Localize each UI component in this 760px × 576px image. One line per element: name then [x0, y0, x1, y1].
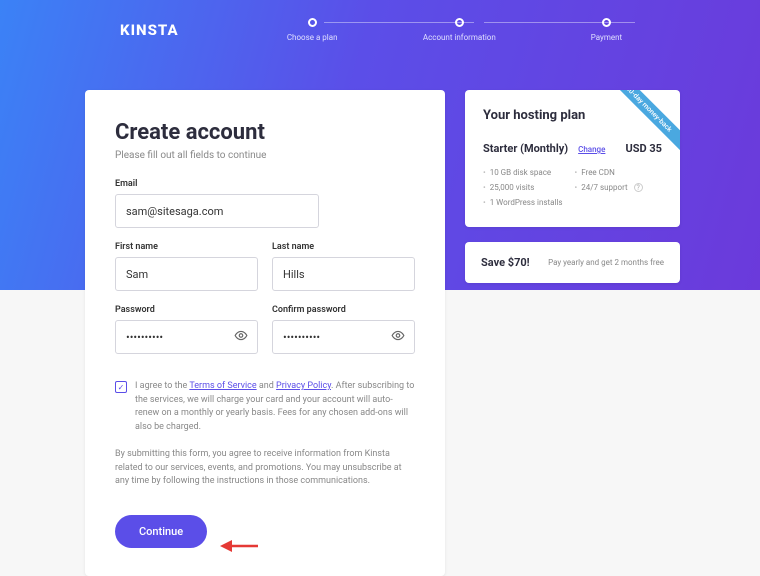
confirm-password-label: Confirm password	[272, 305, 415, 315]
lastname-field[interactable]	[272, 257, 415, 291]
email-label: Email	[115, 179, 319, 189]
save-title: Save $70!	[481, 256, 530, 269]
create-account-card: Create account Please fill out all field…	[85, 90, 445, 576]
disclaimer-text: By submitting this form, you agree to re…	[115, 448, 415, 489]
page-title: Create account	[115, 120, 415, 145]
privacy-link[interactable]: Privacy Policy	[276, 381, 331, 391]
terms-link[interactable]: Terms of Service	[189, 381, 256, 391]
continue-button[interactable]: Continue	[115, 515, 207, 548]
info-icon[interactable]: ?	[634, 183, 643, 192]
plan-feature: 25,000 visits	[483, 183, 563, 192]
firstname-label: First name	[115, 242, 258, 252]
progress-steps: Choose a plan Account information Paymen…	[239, 18, 720, 42]
plan-section-title: Your hosting plan	[483, 108, 662, 123]
change-plan-link[interactable]: Change	[578, 145, 605, 154]
eye-icon[interactable]	[234, 328, 248, 347]
terms-text: I agree to the Terms of Service and Priv…	[135, 380, 415, 434]
plan-feature: 10 GB disk space	[483, 168, 563, 177]
step-connector	[484, 22, 635, 23]
eye-icon[interactable]	[391, 328, 405, 347]
legal-text: and	[257, 381, 276, 391]
save-text: Pay yearly and get 2 months free	[548, 258, 664, 267]
plan-feature: 24/7 support?	[575, 183, 643, 192]
page-subtitle: Please fill out all fields to continue	[115, 150, 415, 161]
step-label: Payment	[591, 33, 622, 42]
legal-text: I agree to the	[135, 381, 189, 391]
step-label: Account information	[423, 33, 496, 42]
password-label: Password	[115, 305, 258, 315]
feature-text: 24/7 support	[581, 183, 627, 192]
save-offer-card[interactable]: Save $70! Pay yearly and get 2 months fr…	[465, 242, 680, 283]
plan-name: Starter (Monthly)	[483, 142, 568, 155]
agree-checkbox[interactable]: ✓	[115, 381, 127, 393]
brand-logo: KINSTA	[120, 21, 179, 39]
step-dot-icon	[308, 18, 317, 27]
step-connector	[324, 22, 475, 23]
step-dot-icon	[455, 18, 464, 27]
lastname-label: Last name	[272, 242, 415, 252]
email-field[interactable]	[115, 194, 319, 228]
plan-price: USD 35	[625, 142, 662, 155]
step-dot-icon	[602, 18, 611, 27]
plan-feature: 1 WordPress installs	[483, 198, 563, 207]
step-label: Choose a plan	[287, 33, 338, 42]
hosting-plan-card: 30-day money-back Your hosting plan Star…	[465, 90, 680, 227]
plan-feature: Free CDN	[575, 168, 643, 177]
firstname-field[interactable]	[115, 257, 258, 291]
